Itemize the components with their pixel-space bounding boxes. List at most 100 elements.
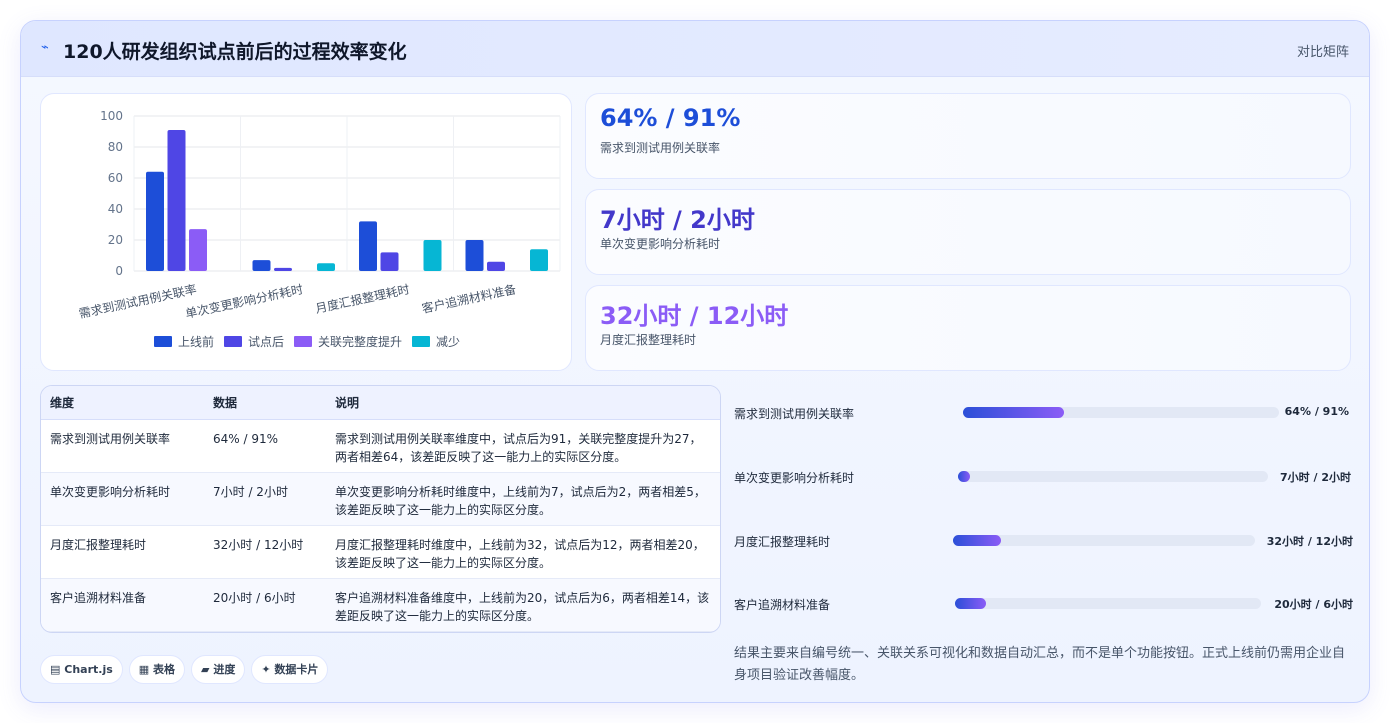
progress-row: 需求到测试用例关联率 64% / 91% (734, 403, 1354, 423)
chip-label: 数据卡片 (274, 663, 319, 676)
x-tick-label: 月度汇报整理耗时 (314, 281, 411, 316)
kpi-value: 7小时 / 2小时 (600, 206, 755, 234)
bar (189, 229, 207, 271)
progress-icon: ▰ (201, 663, 210, 676)
table-row: 需求到测试用例关联率 64% / 91% 需求到测试用例关联率维度中，试点后为9… (41, 419, 720, 473)
sparkle-icon: ✦ (261, 663, 271, 676)
kpi-label: 月度汇报整理耗时 (600, 333, 697, 347)
bar (167, 129, 186, 271)
kpi-value: 64% / 91% (600, 104, 741, 132)
legend-swatch (154, 336, 172, 347)
legend-swatch (294, 336, 312, 347)
table-cell: 单次变更影响分析耗时 (41, 472, 204, 526)
progress-fill (958, 471, 971, 482)
table-cell: 月度汇报整理耗时维度中，上线前为32，试点后为12，两者相差20，该差距反映了这… (326, 525, 720, 579)
table-cell: 64% / 91% (204, 419, 326, 473)
kpi-value: 32小时 / 12小时 (600, 302, 789, 330)
progress-track (963, 407, 1279, 418)
chip-label: Chart.js (64, 663, 113, 676)
kpi-label: 单次变更影响分析耗时 (600, 237, 721, 251)
chip-table[interactable]: ▦ 表格 (128, 655, 186, 684)
kpi-card-2: 7小时 / 2小时 单次变更影响分析耗时 (585, 189, 1351, 275)
y-tick-label: 20 (108, 233, 123, 247)
table-cell: 单次变更影响分析耗时维度中，上线前为7，试点后为2，两者相差5，该差距反映了这一… (326, 472, 720, 526)
bar (487, 261, 505, 271)
bar (252, 260, 271, 271)
bar (380, 252, 399, 271)
table-cell: 客户追溯材料准备 (41, 578, 204, 632)
y-tick-label: 80 (108, 140, 123, 154)
chip-label: 表格 (153, 663, 176, 676)
bar (530, 249, 548, 271)
progress-value: 32小时 / 12小时 (1266, 535, 1353, 548)
y-tick-label: 100 (100, 109, 123, 123)
bar (423, 240, 442, 271)
table-cell: 20小时 / 6小时 (204, 578, 326, 632)
kpi-card-1: 64% / 91% 需求到测试用例关联率 (585, 93, 1351, 179)
progress-value: 20小时 / 6小时 (1274, 598, 1353, 611)
page-title: 120人研发组织试点前后的过程效率变化 (63, 41, 407, 63)
column-header: 说明 (326, 386, 720, 420)
feature-chips: ▤ Chart.js ▦ 表格 ▰ 进度 ✦ 数据卡片 (40, 655, 334, 685)
table-cell: 32小时 / 12小时 (204, 525, 326, 579)
legend-label: 上线前 (178, 334, 214, 349)
x-tick-label: 客户追溯材料准备 (420, 281, 517, 316)
table-cell: 需求到测试用例关联率 (41, 419, 204, 473)
progress-row: 单次变更影响分析耗时 7小时 / 2小时 (734, 467, 1354, 487)
bar (274, 267, 292, 271)
progress-track (955, 598, 1261, 609)
progress-label: 月度汇报整理耗时 (734, 535, 831, 549)
bar (146, 171, 164, 271)
legend-swatch (224, 336, 242, 347)
chip-data-cards[interactable]: ✦ 数据卡片 (251, 655, 329, 684)
progress-value: 64% / 91% (1284, 405, 1349, 418)
kpi-card-3: 32小时 / 12小时 月度汇报整理耗时 (585, 285, 1351, 371)
bar (359, 221, 377, 271)
chip-label: 进度 (213, 663, 236, 676)
table-cell: 7小时 / 2小时 (204, 472, 326, 526)
progress-value: 7小时 / 2小时 (1280, 471, 1351, 484)
table-header-row: 维度 数据 说明 (41, 386, 720, 420)
bar-chart-panel: 0 20 40 60 80 100 需求到测试用例关联率 单次变更影响分析耗时 月度汇报整理耗时… (40, 93, 572, 371)
progress-row: 月度汇报整理耗时 32小时 / 12小时 (734, 531, 1354, 551)
bar (465, 240, 484, 271)
x-tick-label: 需求到测试用例关联率 (77, 281, 198, 321)
chip-chartjs[interactable]: ▤ Chart.js (40, 655, 123, 684)
kpi-label: 需求到测试用例关联率 (600, 141, 721, 155)
chart-icon: ▤ (50, 663, 61, 676)
table-row: 客户追溯材料准备 20小时 / 6小时 客户追溯材料准备维度中，上线前为20，试… (41, 578, 720, 632)
y-tick-label: 40 (108, 202, 123, 216)
column-header: 维度 (41, 386, 204, 420)
progress-fill (963, 407, 1065, 418)
legend-swatch (412, 336, 430, 347)
bar (317, 263, 335, 271)
chip-progress[interactable]: ▰ 进度 (191, 655, 246, 684)
table-cell: 客户追溯材料准备维度中，上线前为20，试点后为6，两者相差14，该差距反映了这一… (326, 578, 720, 632)
y-tick-label: 0 (115, 264, 123, 278)
progress-row: 客户追溯材料准备 20小时 / 6小时 (734, 594, 1354, 614)
progress-label: 需求到测试用例关联率 (734, 407, 855, 421)
table-cell: 月度汇报整理耗时 (41, 525, 204, 579)
table-icon: ▦ (138, 663, 150, 676)
comparison-table: 维度 数据 说明 需求到测试用例关联率 64% / 91% 需求到测试用例关联率… (41, 386, 720, 632)
table-row: 单次变更影响分析耗时 7小时 / 2小时 单次变更影响分析耗时维度中，上线前为7… (41, 472, 720, 526)
progress-track (953, 535, 1255, 546)
legend-label: 试点后 (248, 334, 284, 349)
bar-chart: 0 20 40 60 80 100 需求到测试用例关联率单次变更影响分析耗时 月度汇报整理耗时… (77, 109, 561, 349)
progress-fill (953, 535, 1002, 546)
progress-label: 单次变更影响分析耗时 (734, 471, 855, 485)
pulse-icon: ⌁ (41, 40, 49, 55)
x-tick-label: 单次变更影响分析耗时 (184, 281, 305, 321)
legend-label: 关联完整度提升 (318, 334, 402, 349)
table-cell: 需求到测试用例关联率维度中，试点后为91，关联完整度提升为27，两者相差64，该… (326, 419, 720, 473)
y-tick-label: 60 (108, 171, 123, 185)
progress-label: 客户追溯材料准备 (734, 598, 831, 612)
table-row: 月度汇报整理耗时 32小时 / 12小时 月度汇报整理耗时维度中，上线前为32，… (41, 525, 720, 579)
card-header: ⌁ 120人研发组织试点前后的过程效率变化 对比矩阵 (21, 21, 1369, 77)
view-mode-label[interactable]: 对比矩阵 (1297, 41, 1349, 60)
column-header: 数据 (204, 386, 326, 420)
footnote: 结果主要来自编号统一、关联关系可视化和数据自动汇总，而不是单个功能按钮。正式上线… (734, 646, 1346, 683)
progress-fill (955, 598, 986, 609)
comparison-table-panel: 维度 数据 说明 需求到测试用例关联率 64% / 91% 需求到测试用例关联率… (40, 385, 721, 633)
dashboard-card: ⌁ 120人研发组织试点前后的过程效率变化 对比矩阵 0 20 40 60 80 100 需… (20, 20, 1370, 703)
